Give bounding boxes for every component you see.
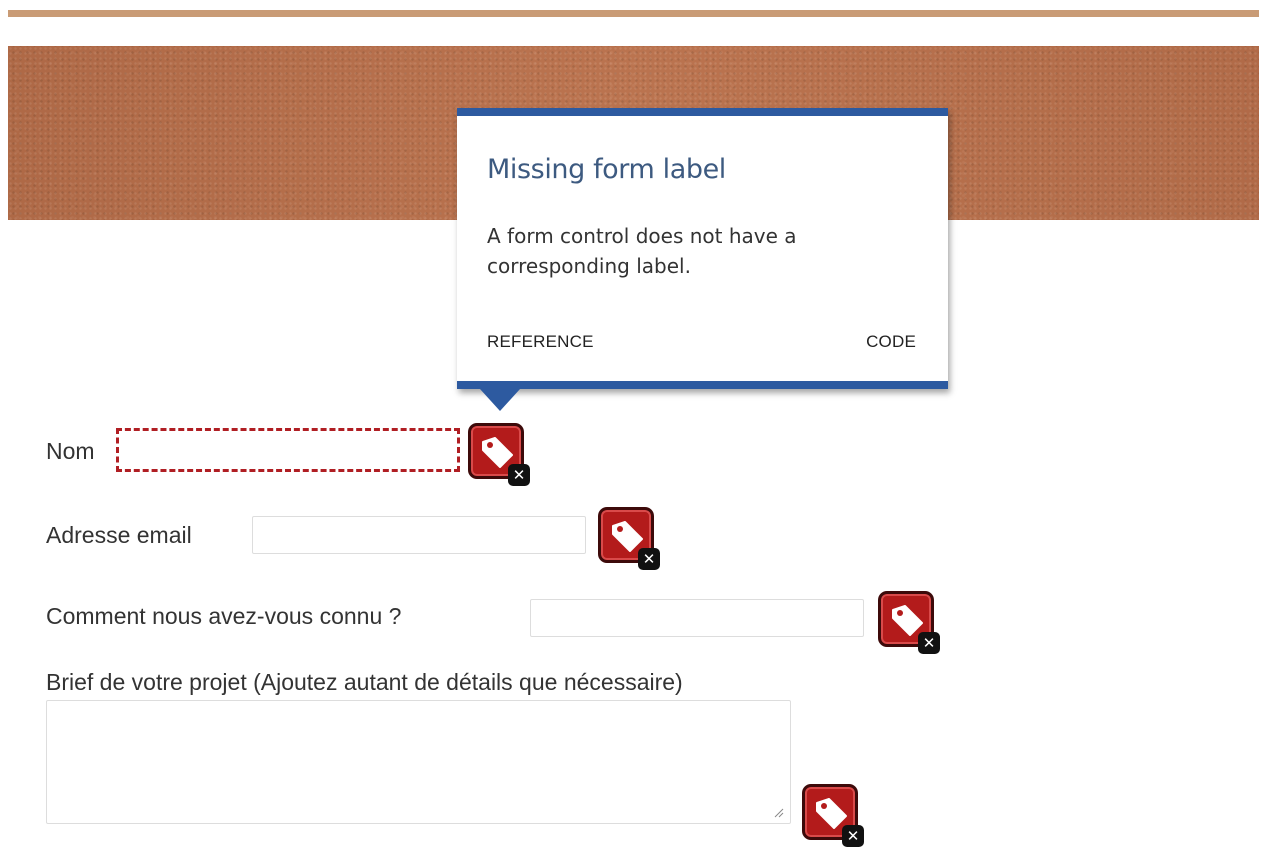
page: Missing form label A form control does n…: [0, 0, 1261, 847]
close-icon: ✕: [638, 548, 660, 570]
brief-textarea[interactable]: [46, 700, 791, 824]
missing-label-badge-email[interactable]: ✕: [598, 507, 662, 570]
top-stripe: [8, 10, 1259, 17]
tooltip-description: A form control does not have a correspon…: [487, 224, 797, 278]
close-icon: ✕: [918, 632, 940, 654]
tooltip-title: Missing form label: [487, 154, 726, 185]
source-input[interactable]: [530, 599, 864, 637]
close-icon: ✕: [842, 825, 864, 847]
accessibility-tooltip: Missing form label A form control does n…: [457, 108, 948, 389]
reference-link[interactable]: REFERENCE: [487, 332, 594, 352]
missing-label-badge-brief[interactable]: ✕: [802, 784, 866, 847]
nom-input[interactable]: [116, 428, 460, 472]
resize-grip-icon[interactable]: [772, 806, 784, 818]
code-link[interactable]: CODE: [866, 332, 916, 352]
missing-label-badge-source[interactable]: ✕: [878, 591, 942, 654]
email-label: Adresse email: [46, 522, 192, 548]
close-icon: ✕: [508, 464, 530, 486]
source-label: Comment nous avez-vous connu ?: [46, 603, 402, 629]
tooltip-pointer: [480, 389, 520, 411]
missing-label-badge-nom[interactable]: ✕: [468, 423, 532, 486]
email-input[interactable]: [252, 516, 586, 554]
brief-label: Brief de votre projet (Ajoutez autant de…: [46, 669, 683, 695]
nom-label: Nom: [46, 438, 95, 464]
